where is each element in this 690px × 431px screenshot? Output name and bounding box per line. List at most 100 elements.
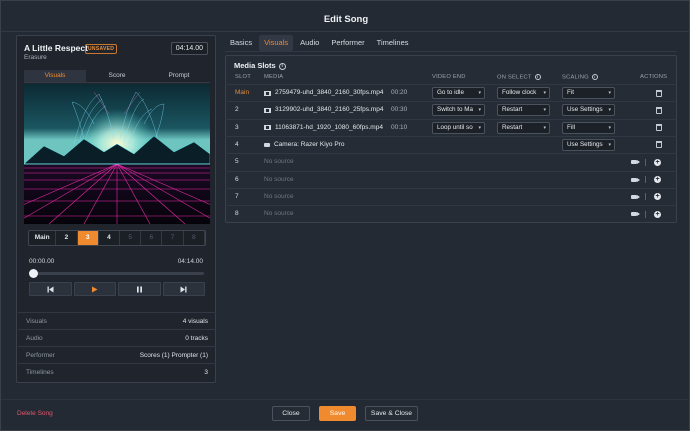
preview-tab-prompt[interactable]: Prompt bbox=[148, 70, 210, 82]
slot-button-main[interactable]: Main bbox=[29, 231, 57, 245]
slot-label: 3 bbox=[235, 123, 239, 131]
scaling-select[interactable]: Fill ▾ bbox=[562, 121, 615, 134]
media-name: 11063871-hd_1920_1080_60fps.mp4 bbox=[275, 123, 383, 131]
delete-slot-button[interactable] bbox=[656, 85, 662, 101]
scaling-select[interactable]: Use Settings ▾ bbox=[562, 104, 615, 117]
header-video-end-text: VIDEO END bbox=[432, 74, 466, 80]
save-button[interactable]: Save bbox=[319, 406, 356, 421]
slot-label: Main bbox=[235, 89, 250, 96]
add-source-icon[interactable]: + bbox=[654, 210, 661, 218]
video-end-select[interactable]: Go to idle ▾ bbox=[432, 87, 485, 99]
total-time: 04:14.00 bbox=[177, 258, 203, 265]
play-button[interactable] bbox=[73, 282, 116, 296]
on-select-select[interactable]: Follow clock ▾ bbox=[497, 87, 550, 99]
action-separator bbox=[645, 193, 646, 201]
media-name: 3129902-uhd_3840_2160_25fps.mp4 bbox=[275, 106, 384, 114]
slot-actions: + bbox=[631, 189, 661, 205]
add-source-icon[interactable]: + bbox=[654, 193, 661, 201]
stat-row-audio: Audio 0 tracks bbox=[18, 329, 216, 346]
skip-back-button[interactable] bbox=[29, 282, 72, 296]
action-separator bbox=[645, 210, 646, 218]
media-slot-row: 6 No source + bbox=[227, 170, 677, 188]
slot-button-2[interactable]: 2 bbox=[56, 231, 78, 245]
editor-tabs: Basics Visuals Audio Performer Timelines bbox=[225, 35, 414, 51]
tab-performer[interactable]: Performer bbox=[326, 35, 369, 51]
info-icon[interactable]: i bbox=[534, 74, 541, 80]
pause-icon bbox=[136, 286, 142, 292]
stat-label: Audio bbox=[26, 334, 43, 342]
media-name: No source bbox=[264, 192, 294, 200]
delete-song-link[interactable]: Delete Song bbox=[17, 410, 53, 417]
header-scaling: SCALING i bbox=[562, 74, 598, 81]
scaling-select-value: Fit bbox=[567, 89, 574, 96]
camera-source-icon[interactable] bbox=[631, 212, 640, 217]
media-slot-row: 3 11063871-hd_1920_1080_60fps.mp4 00:10 Loo… bbox=[227, 118, 677, 136]
slot-label: 7 bbox=[235, 192, 239, 200]
slot-label: 4 bbox=[235, 140, 239, 148]
slot-actions: + bbox=[631, 154, 661, 170]
scrub-bar[interactable] bbox=[32, 272, 204, 275]
slot-button-7: 7 bbox=[162, 231, 184, 245]
preview-tab-score[interactable]: Score bbox=[86, 70, 148, 82]
delete-slot-button[interactable] bbox=[656, 137, 662, 153]
camera-source-icon[interactable] bbox=[631, 177, 640, 182]
camera-source-icon[interactable] bbox=[631, 160, 640, 165]
close-button[interactable]: Close bbox=[272, 406, 310, 421]
scaling-select[interactable]: Use Settings ▾ bbox=[562, 138, 615, 151]
preview-tab-visuals[interactable]: Visuals bbox=[24, 70, 86, 82]
stat-value: 4 visuals bbox=[182, 317, 208, 325]
slot-button-5: 5 bbox=[120, 231, 142, 245]
chevron-down-icon: ▾ bbox=[543, 124, 546, 131]
media-slots-panel: Media Slots i SLOT MEDIA VIDEO END ON SEL… bbox=[225, 55, 677, 223]
scaling-select[interactable]: Fit ▾ bbox=[562, 87, 615, 99]
on-select-select[interactable]: Restart ▾ bbox=[497, 121, 550, 134]
media-slot-row: 7 No source + bbox=[227, 187, 677, 205]
info-icon[interactable]: i bbox=[591, 74, 598, 80]
tab-audio[interactable]: Audio bbox=[295, 35, 324, 51]
add-source-icon[interactable]: + bbox=[654, 176, 661, 183]
skip-back-icon bbox=[47, 286, 54, 292]
add-source-icon[interactable]: + bbox=[654, 158, 661, 166]
trash-icon bbox=[656, 89, 662, 97]
transport-controls bbox=[29, 282, 205, 296]
slot-button-6: 6 bbox=[141, 231, 163, 245]
slot-button-3[interactable]: 3 bbox=[77, 231, 99, 245]
media-source: No source bbox=[264, 172, 294, 188]
header-on-select: ON SELECT i bbox=[497, 74, 541, 81]
title-divider bbox=[1, 31, 690, 32]
skip-forward-button[interactable] bbox=[162, 282, 205, 296]
tab-basics[interactable]: Basics bbox=[225, 35, 257, 51]
media-source: 2759479-uhd_3840_2160_30fps.mp4 bbox=[264, 85, 383, 101]
video-end-select[interactable]: Loop until so ▾ bbox=[432, 121, 485, 134]
film-icon bbox=[264, 90, 271, 96]
media-name: 2759479-uhd_3840_2160_30fps.mp4 bbox=[275, 89, 384, 96]
scrub-handle[interactable] bbox=[29, 269, 38, 278]
chevron-down-icon: ▾ bbox=[608, 141, 611, 148]
header-media: MEDIA bbox=[264, 74, 284, 80]
header-actions: ACTIONS bbox=[640, 74, 668, 80]
action-separator bbox=[645, 176, 646, 183]
media-name: No source bbox=[264, 210, 294, 218]
slot-button-4[interactable]: 4 bbox=[99, 231, 121, 245]
info-icon[interactable]: i bbox=[278, 62, 286, 70]
tab-visuals[interactable]: Visuals bbox=[259, 35, 294, 51]
delete-slot-button[interactable] bbox=[656, 102, 662, 118]
camera-source-icon[interactable] bbox=[631, 194, 640, 199]
chevron-down-icon: ▾ bbox=[608, 124, 611, 131]
scaling-select-value: Use Settings bbox=[567, 140, 603, 148]
media-source: 11063871-hd_1920_1080_60fps.mp4 bbox=[264, 120, 383, 136]
film-icon bbox=[264, 125, 271, 131]
video-end-select[interactable]: Switch to Ma ▾ bbox=[432, 104, 485, 117]
tabs-underline bbox=[225, 51, 677, 52]
video-end-select-value: Loop until so bbox=[437, 123, 473, 131]
pause-button[interactable] bbox=[118, 282, 161, 296]
tab-timelines[interactable]: Timelines bbox=[372, 35, 414, 51]
video-end-select-value: Go to idle bbox=[437, 89, 464, 96]
slot-label: 6 bbox=[235, 175, 239, 183]
delete-slot-button[interactable] bbox=[656, 120, 662, 136]
media-source: No source bbox=[264, 154, 294, 170]
on-select-select[interactable]: Restart ▾ bbox=[497, 104, 550, 117]
stat-label: Performer bbox=[26, 351, 55, 359]
on-select-select-value: Follow clock bbox=[502, 89, 537, 96]
save-and-close-button[interactable]: Save & Close bbox=[365, 406, 418, 421]
